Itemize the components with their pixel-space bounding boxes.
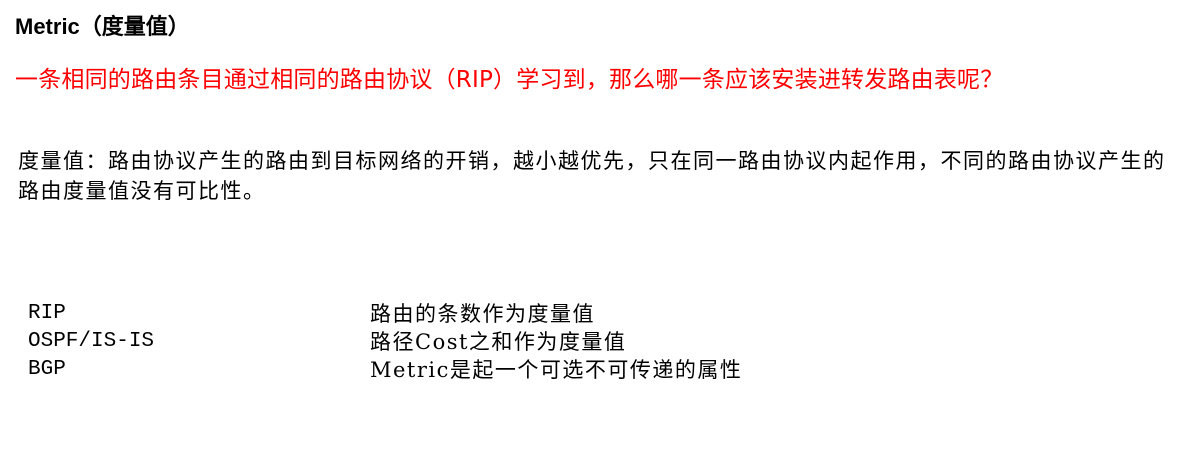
metric-protocol: BGP [28, 358, 66, 381]
metric-row: OSPF/IS-IS 路径Cost之和作为度量值 [28, 328, 742, 356]
metric-description: 路由的条数作为度量值 [370, 302, 595, 326]
definition-paragraph: 度量值：路由协议产生的路由到目标网络的开销，越小越优先，只在同一路由协议内起作用… [18, 149, 1166, 203]
metric-table: RIP 路由的条数作为度量值 OSPF/IS-IS 路径Cost之和作为度量值 … [28, 300, 742, 384]
metric-protocol: RIP [28, 302, 66, 325]
metric-row: BGP Metric是起一个可选不可传递的属性 [28, 356, 742, 384]
metric-row: RIP 路由的条数作为度量值 [28, 300, 742, 328]
question-text: 一条相同的路由条目通过相同的路由协议（RIP）学习到，那么哪一条应该安装进转发路… [15, 67, 1004, 93]
metric-description: Metric是起一个可选不可传递的属性 [370, 358, 743, 382]
metric-protocol: OSPF/IS-IS [28, 330, 155, 353]
page-title: Metric（度量值） [15, 14, 190, 39]
metric-description: 路径Cost之和作为度量值 [370, 330, 627, 354]
